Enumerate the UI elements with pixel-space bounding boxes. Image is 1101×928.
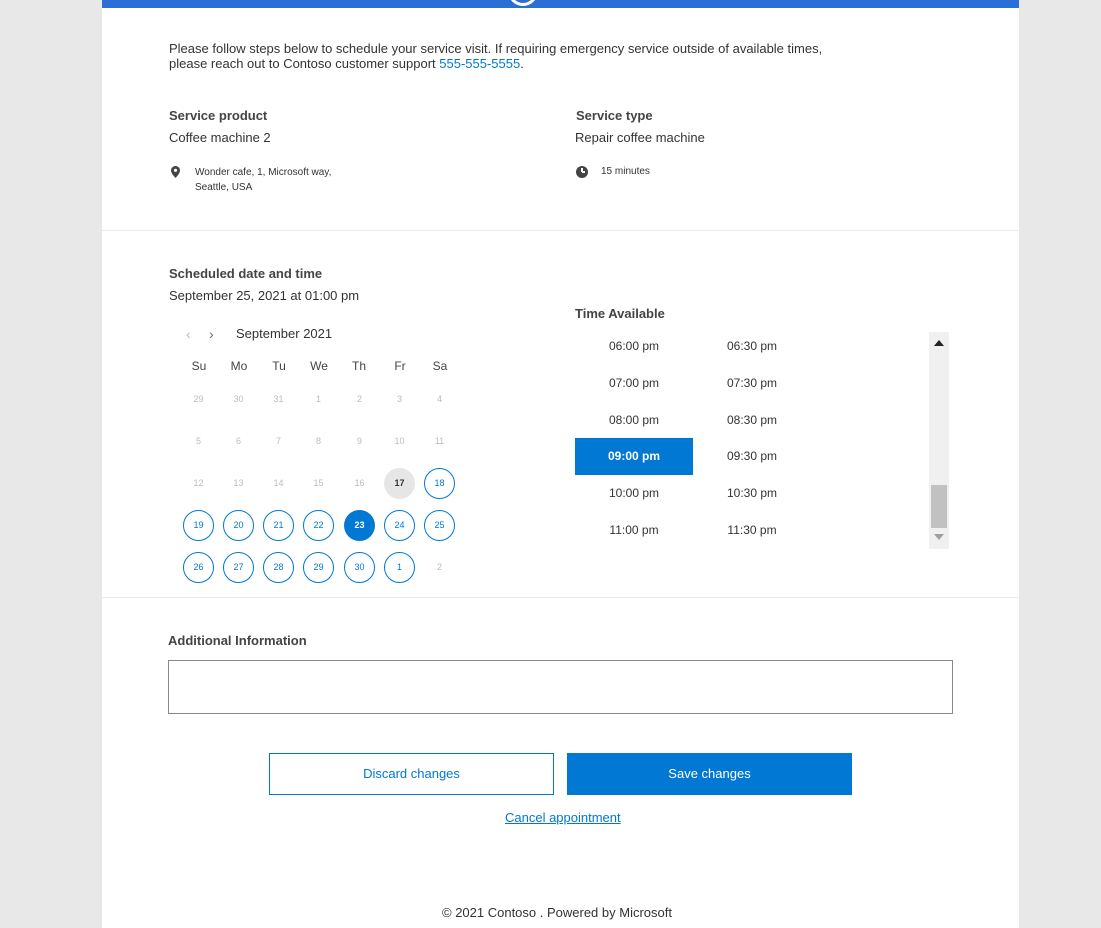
- time-slot[interactable]: 09:00 pm: [575, 438, 693, 475]
- location-pin-icon: [171, 166, 180, 178]
- intro-line-2-suffix: .: [520, 56, 524, 71]
- duration-text: 15 minutes: [601, 166, 650, 177]
- time-slot[interactable]: 07:00 pm: [575, 365, 693, 402]
- calendar-day: 10: [394, 436, 405, 446]
- calendar-day[interactable]: 20: [223, 510, 254, 541]
- time-available-label: Time Available: [575, 306, 665, 321]
- section-divider: [102, 230, 1019, 231]
- intro-text: Please follow steps below to schedule yo…: [169, 41, 869, 71]
- calendar-day: 5: [195, 436, 201, 446]
- schedule-value: September 25, 2021 at 01:00 pm: [169, 288, 360, 303]
- header-bar: [102, 0, 1019, 8]
- additional-info-label: Additional Information: [168, 633, 307, 648]
- calendar-day: 11: [434, 436, 445, 446]
- schedule-label: Scheduled date and time: [169, 266, 323, 281]
- calendar-next-button[interactable]: ›: [209, 326, 214, 342]
- calendar-weekday-label: Mo: [230, 359, 248, 373]
- calendar-day[interactable]: 22: [303, 510, 334, 541]
- calendar-day[interactable]: 30: [344, 552, 375, 583]
- clock-icon: [576, 166, 588, 178]
- calendar-weekday-label: Th: [351, 359, 366, 373]
- calendar-day: 16: [354, 478, 365, 488]
- section-divider: [102, 597, 1019, 598]
- intro-line-2-prefix: please reach out to Contoso customer sup…: [169, 56, 440, 71]
- calendar-day: 6: [235, 436, 241, 446]
- calendar-day: 12: [193, 478, 204, 488]
- calendar-day: 15: [313, 478, 324, 488]
- service-product-label: Service product: [169, 108, 268, 123]
- scroll-up-arrow-icon[interactable]: [934, 340, 944, 346]
- intro-line-1: Please follow steps below to schedule yo…: [169, 41, 823, 56]
- calendar-weekday-label: We: [310, 359, 328, 373]
- calendar-month-label: September 2021: [236, 326, 333, 341]
- time-slot[interactable]: 07:30 pm: [693, 365, 811, 402]
- calendar-day: 1: [315, 394, 321, 404]
- address-line-1: Wonder cafe, 1, Microsoft way,: [195, 167, 332, 178]
- calendar-day[interactable]: 25: [424, 510, 455, 541]
- cancel-appointment-link[interactable]: Cancel appointment: [505, 810, 621, 825]
- time-slot[interactable]: 11:00 pm: [575, 512, 693, 549]
- calendar-day: 13: [233, 478, 244, 488]
- calendar-day[interactable]: 18: [424, 468, 455, 499]
- support-phone-link[interactable]: 555-555-5555: [439, 56, 520, 71]
- calendar-day: 30: [233, 394, 244, 404]
- service-product-value: Coffee machine 2: [169, 130, 271, 145]
- save-changes-button[interactable]: Save changes: [567, 753, 852, 795]
- calendar-day: 2: [356, 394, 362, 404]
- calendar-day[interactable]: 26: [183, 552, 214, 583]
- calendar-day: 3: [396, 394, 402, 404]
- time-slot[interactable]: 08:00 pm: [575, 402, 693, 439]
- calendar-day: 29: [193, 394, 204, 404]
- calendar-day[interactable]: 24: [384, 510, 415, 541]
- calendar-weekday-label: Tu: [272, 359, 286, 373]
- service-type-value: Repair coffee machine: [575, 130, 705, 145]
- service-type-label: Service type: [576, 108, 653, 123]
- time-slot[interactable]: 06:30 pm: [693, 328, 811, 365]
- time-slot[interactable]: 09:30 pm: [693, 438, 811, 475]
- time-slot[interactable]: 08:30 pm: [693, 402, 811, 439]
- calendar-day[interactable]: 23: [344, 510, 375, 541]
- calendar-day: 14: [273, 478, 284, 488]
- discard-changes-button[interactable]: Discard changes: [269, 753, 554, 795]
- calendar-day: 31: [273, 394, 284, 404]
- calendar-day[interactable]: 1: [384, 552, 415, 583]
- scroll-down-arrow-icon[interactable]: [934, 534, 944, 540]
- time-scrollbar[interactable]: [929, 332, 949, 549]
- calendar-day[interactable]: 19: [183, 510, 214, 541]
- address-line-2: Seattle, USA: [195, 182, 253, 193]
- calendar-prev-button[interactable]: ‹: [186, 326, 191, 342]
- time-slot[interactable]: 06:00 pm: [575, 328, 693, 365]
- scroll-thumb[interactable]: [931, 485, 947, 528]
- address-text: Wonder cafe, 1, Microsoft way, Seattle, …: [195, 165, 331, 195]
- calendar-day[interactable]: 28: [263, 552, 294, 583]
- time-slot[interactable]: 10:30 pm: [693, 475, 811, 512]
- calendar-day: 9: [356, 436, 362, 446]
- calendar-day[interactable]: 27: [223, 552, 254, 583]
- calendar-day: 4: [436, 394, 442, 404]
- calendar-weekday-label: Fr: [394, 359, 406, 373]
- calendar-day: 8: [315, 436, 321, 446]
- additional-info-textarea[interactable]: [168, 660, 953, 714]
- logo-icon: [508, 0, 538, 6]
- time-slot[interactable]: 10:00 pm: [575, 475, 693, 512]
- time-slot[interactable]: 11:30 pm: [693, 512, 811, 549]
- calendar-day: 7: [275, 436, 281, 446]
- footer-text: © 2021 Contoso . Powered by Microsoft: [442, 905, 672, 920]
- calendar-weekday-label: Su: [191, 359, 207, 373]
- page-container: Please follow steps below to schedule yo…: [102, 0, 1019, 928]
- calendar-day[interactable]: 29: [303, 552, 334, 583]
- calendar-day[interactable]: 21: [263, 510, 294, 541]
- calendar-day: 2: [436, 562, 442, 572]
- calendar-weekday-label: Sa: [432, 359, 448, 373]
- calendar-day[interactable]: 17: [384, 468, 415, 499]
